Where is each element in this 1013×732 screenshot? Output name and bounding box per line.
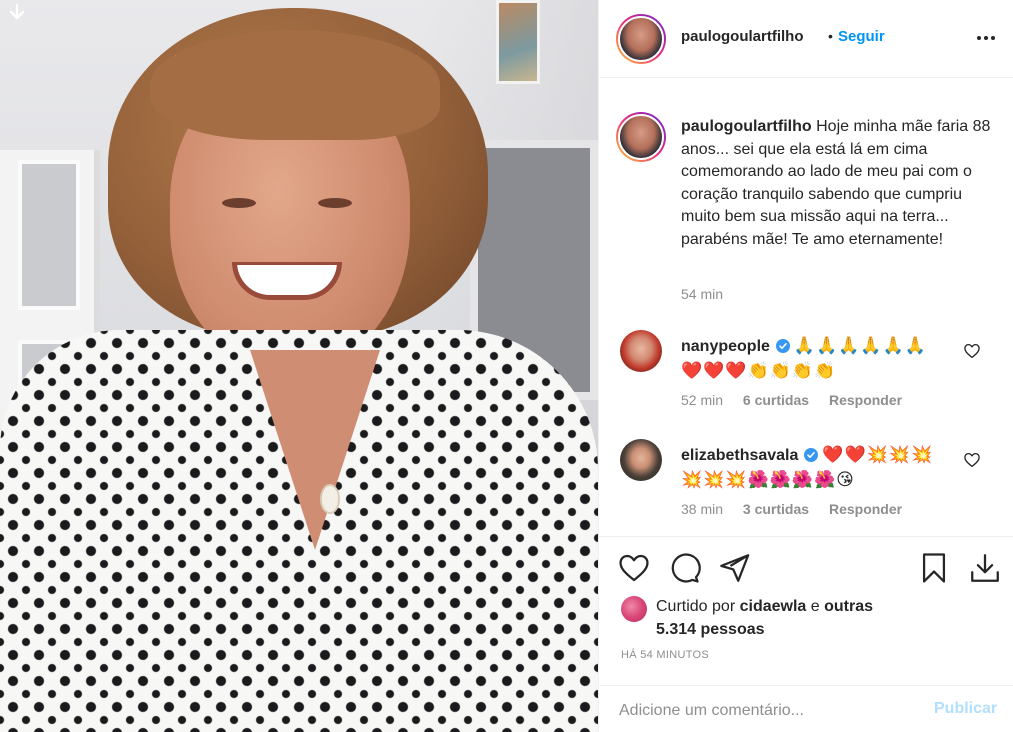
comment-username[interactable]: nanypeople: [681, 338, 770, 355]
post-header: paulogoulartfilho • Seguir: [599, 0, 1013, 78]
liker-username[interactable]: cidaewla: [740, 598, 807, 615]
comment-meta: 38 min 3 curtidas Responder: [681, 501, 918, 517]
comment-likes[interactable]: 3 curtidas: [743, 501, 809, 517]
save-icon[interactable]: [917, 551, 951, 585]
liker-avatar[interactable]: [621, 596, 647, 622]
comment-input[interactable]: [619, 698, 919, 724]
caption-username[interactable]: paulogoulartfilho: [681, 118, 812, 135]
photo-eye: [222, 198, 256, 208]
post-timestamp[interactable]: HÁ 54 MINUTOS: [621, 649, 709, 661]
post-side-panel: paulogoulartfilho • Seguir paulogoulartf…: [598, 0, 1013, 732]
share-icon[interactable]: [717, 551, 751, 585]
author-username[interactable]: paulogoulartfilho: [681, 28, 803, 45]
comment-username[interactable]: elizabethsavala: [681, 447, 798, 464]
reply-button[interactable]: Responder: [829, 392, 902, 408]
comment-text: elizabethsavala ❤️❤️💥💥💥 💥💥💥🌺🌺🌺🌺😘: [681, 443, 951, 493]
post-actions: Curtido por cidaewla e outras 5.314 pess…: [599, 536, 1013, 732]
caption-time: 54 min: [681, 286, 724, 302]
comment-like-icon[interactable]: [963, 342, 981, 360]
publish-button[interactable]: Publicar: [934, 700, 997, 718]
comment-likes[interactable]: 6 curtidas: [743, 392, 809, 408]
comment-icon[interactable]: [667, 551, 701, 585]
likes-text: Curtido por cidaewla e outras 5.314 pess…: [656, 595, 916, 641]
likes-prefix: Curtido por: [656, 598, 736, 615]
comment-meta: 52 min 6 curtidas Responder: [681, 392, 918, 408]
author-avatar[interactable]: [616, 14, 666, 64]
download-icon[interactable]: [968, 551, 1002, 585]
comment-like-icon[interactable]: [963, 451, 981, 469]
caption-text: paulogoulartfilho Hoje minha mãe faria 8…: [681, 116, 991, 252]
like-icon[interactable]: [617, 551, 651, 585]
photo-eye: [318, 198, 352, 208]
more-options-icon[interactable]: [974, 28, 998, 48]
likes-conj: e: [810, 598, 820, 615]
reply-button[interactable]: Responder: [829, 501, 902, 517]
comment-avatar[interactable]: [620, 330, 662, 372]
photo-pendant: [322, 486, 338, 512]
header-separator: •: [828, 28, 833, 44]
download-overlay-icon[interactable]: [6, 2, 28, 24]
caption-body: Hoje minha mãe faria 88 anos... sei que …: [681, 118, 991, 248]
photo-fringe: [150, 30, 440, 140]
photo-wall-picture: [496, 0, 540, 84]
comment-text: nanypeople 🙏🙏🙏🙏🙏🙏 ❤️❤️❤️👏👏👏👏: [681, 334, 951, 384]
comment-avatar[interactable]: [620, 439, 662, 481]
comment-bar: Publicar: [599, 685, 1013, 732]
verified-badge-icon: [804, 448, 819, 462]
comment-time[interactable]: 52 min: [681, 392, 723, 408]
post-photo[interactable]: [0, 0, 598, 732]
comment-time[interactable]: 38 min: [681, 501, 723, 517]
verified-badge-icon: [775, 339, 790, 353]
caption-author-avatar[interactable]: [616, 112, 666, 162]
follow-button[interactable]: Seguir: [838, 28, 885, 45]
